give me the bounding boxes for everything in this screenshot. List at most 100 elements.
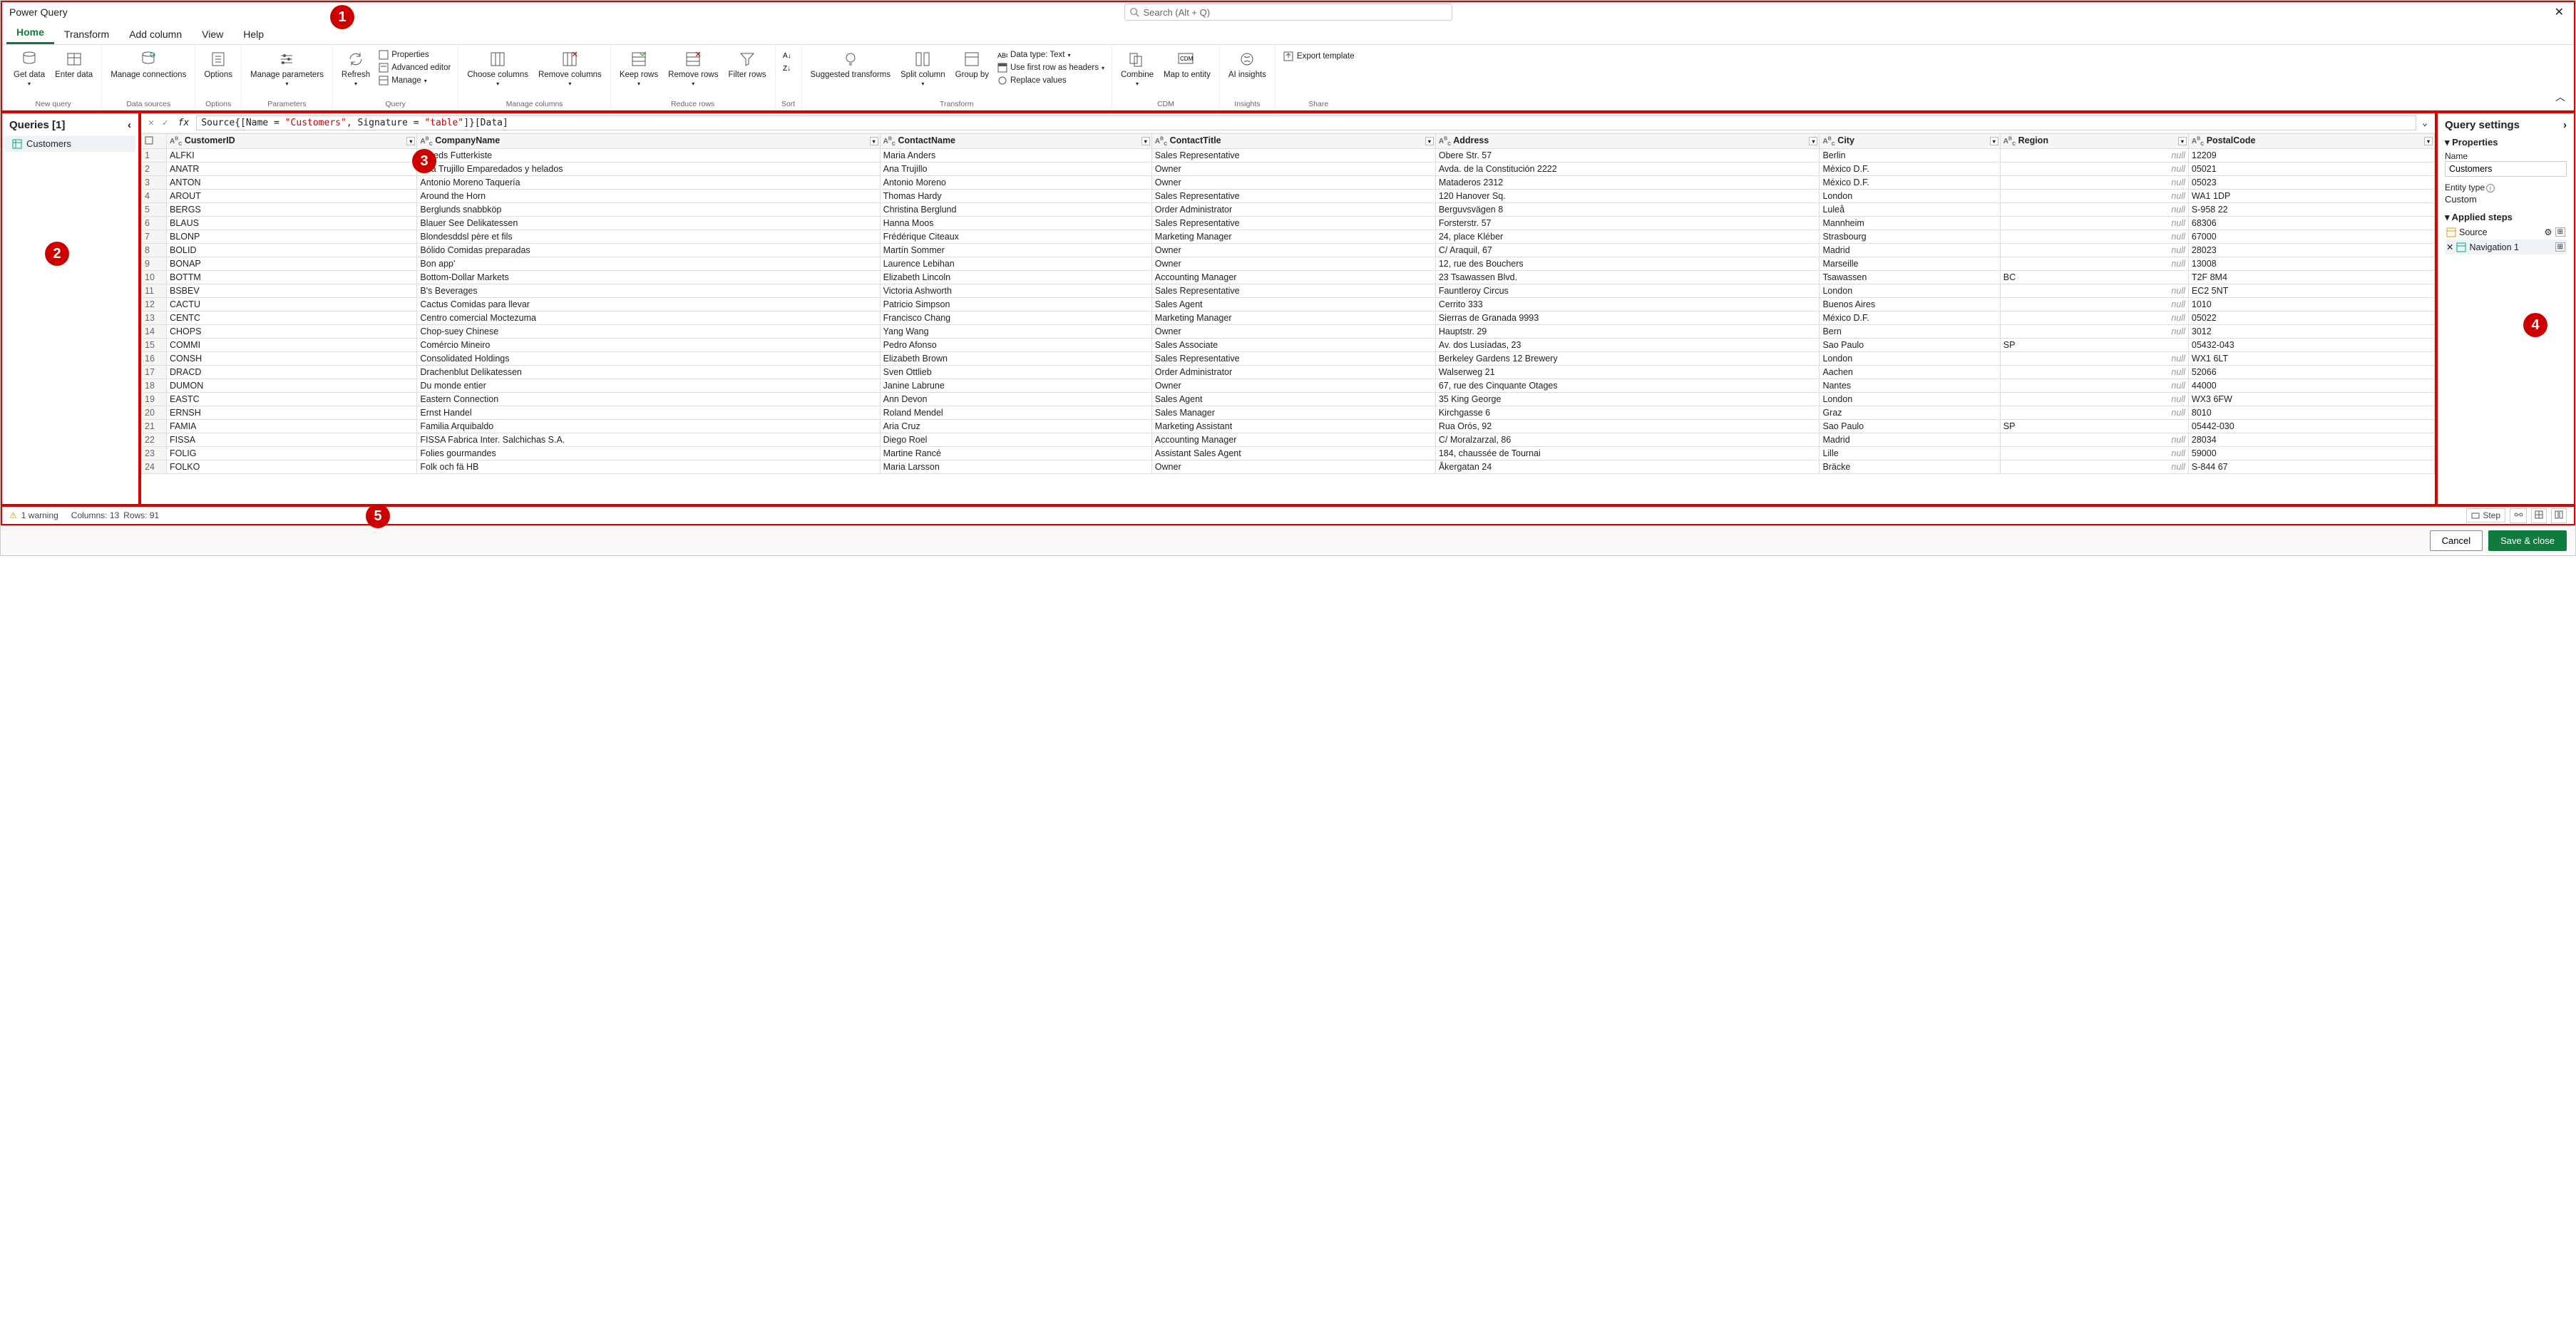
cell[interactable]: Nantes (1820, 379, 2000, 393)
cell[interactable]: 3012 (2188, 325, 2434, 339)
tab-view[interactable]: View (192, 24, 233, 44)
row-number[interactable]: 8 (142, 244, 167, 257)
row-number[interactable]: 22 (142, 433, 167, 447)
cell[interactable]: 05023 (2188, 176, 2434, 190)
cell[interactable]: null (2000, 163, 2188, 176)
ai-insights-button[interactable]: AI insights (1226, 48, 1269, 81)
cell[interactable]: FOLIG (167, 447, 417, 460)
cell[interactable]: Maria Larsson (880, 460, 1151, 474)
cell[interactable]: 67000 (2188, 230, 2434, 244)
cell[interactable]: Lille (1820, 447, 2000, 460)
expand-step-icon[interactable]: ⊞ (2555, 242, 2565, 252)
cell[interactable]: Rua Orós, 92 (1435, 420, 1820, 433)
cell[interactable]: Bon app' (417, 257, 880, 271)
cell[interactable]: Madrid (1820, 244, 2000, 257)
table-row[interactable]: 2ANATRAna Trujillo Emparedados y helados… (142, 163, 2435, 176)
table-row[interactable]: 14CHOPSChop-suey ChineseYang WangOwnerHa… (142, 325, 2435, 339)
cell[interactable]: null (2000, 284, 2188, 298)
row-number[interactable]: 14 (142, 325, 167, 339)
cell[interactable]: Sao Paulo (1820, 339, 2000, 352)
cancel-button[interactable]: Cancel (2430, 530, 2483, 551)
cell[interactable]: COMMI (167, 339, 417, 352)
cell[interactable]: Ann Devon (880, 393, 1151, 406)
cell[interactable]: 12, rue des Bouchers (1435, 257, 1820, 271)
formula-expand-icon[interactable]: ⌄ (2419, 118, 2431, 128)
row-number[interactable]: 10 (142, 271, 167, 284)
tab-help[interactable]: Help (233, 24, 274, 44)
row-number[interactable]: 7 (142, 230, 167, 244)
tab-add-column[interactable]: Add column (119, 24, 192, 44)
cell[interactable]: BOTTM (167, 271, 417, 284)
cell[interactable]: 67, rue des Cinquante Otages (1435, 379, 1820, 393)
filter-dropdown-icon[interactable]: ▾ (1809, 137, 1817, 145)
cell[interactable]: Accounting Manager (1151, 433, 1435, 447)
table-row[interactable]: 17DRACDDrachenblut DelikatessenSven Ottl… (142, 366, 2435, 379)
cell[interactable]: SP (2000, 339, 2188, 352)
cell[interactable]: null (2000, 406, 2188, 420)
cell[interactable]: FOLKO (167, 460, 417, 474)
table-row[interactable]: 22FISSAFISSA Fabrica Inter. Salchichas S… (142, 433, 2435, 447)
cell[interactable]: Martín Sommer (880, 244, 1151, 257)
cell[interactable]: Cerrito 333 (1435, 298, 1820, 312)
table-row[interactable]: 18DUMONDu monde entierJanine LabruneOwne… (142, 379, 2435, 393)
formula-cancel-icon[interactable]: ✕ (145, 118, 157, 128)
cell[interactable]: Madrid (1820, 433, 2000, 447)
cell[interactable]: ALFKI (167, 149, 417, 163)
cell[interactable]: null (2000, 257, 2188, 271)
cell[interactable]: FISSA Fabrica Inter. Salchichas S.A. (417, 433, 880, 447)
cell[interactable]: Owner (1151, 163, 1435, 176)
cell[interactable]: Ana Trujillo (880, 163, 1151, 176)
cell[interactable]: Marseille (1820, 257, 2000, 271)
row-number[interactable]: 21 (142, 420, 167, 433)
table-row[interactable]: 24FOLKOFolk och fä HBMaria LarssonOwnerÅ… (142, 460, 2435, 474)
cell[interactable]: DRACD (167, 366, 417, 379)
cell[interactable]: Sven Ottlieb (880, 366, 1151, 379)
cell[interactable]: Blauer See Delikatessen (417, 217, 880, 230)
table-row[interactable]: 4AROUTAround the HornThomas HardySales R… (142, 190, 2435, 203)
cell[interactable]: Pedro Afonso (880, 339, 1151, 352)
options-button[interactable]: Options (201, 48, 235, 81)
cell[interactable]: Kirchgasse 6 (1435, 406, 1820, 420)
cell[interactable]: Sales Representative (1151, 284, 1435, 298)
table-row[interactable]: 23FOLIGFolies gourmandesMartine RancéAss… (142, 447, 2435, 460)
cell[interactable]: Owner (1151, 176, 1435, 190)
filter-dropdown-icon[interactable]: ▾ (406, 137, 415, 145)
cell[interactable]: Bottom-Dollar Markets (417, 271, 880, 284)
group-by-button[interactable]: Group by (953, 48, 992, 81)
cell[interactable]: Sales Manager (1151, 406, 1435, 420)
cell[interactable]: ANATR (167, 163, 417, 176)
cell[interactable]: null (2000, 460, 2188, 474)
first-row-headers-button[interactable]: Use first row as headers ▾ (996, 62, 1106, 73)
cell[interactable]: Åkergatan 24 (1435, 460, 1820, 474)
column-header[interactable]: ABC Address▾ (1435, 134, 1820, 149)
cell[interactable]: null (2000, 244, 2188, 257)
cell[interactable]: Ernst Handel (417, 406, 880, 420)
cell[interactable]: 12209 (2188, 149, 2434, 163)
cell[interactable]: Hanna Moos (880, 217, 1151, 230)
row-number[interactable]: 5 (142, 203, 167, 217)
cell[interactable]: Aria Cruz (880, 420, 1151, 433)
grid-view-button[interactable] (2531, 508, 2547, 523)
name-input[interactable] (2445, 161, 2567, 177)
filter-dropdown-icon[interactable]: ▾ (2178, 137, 2187, 145)
table-row[interactable]: 21FAMIAFamilia ArquibaldoAria CruzMarket… (142, 420, 2435, 433)
cell[interactable]: Bräcke (1820, 460, 2000, 474)
cell[interactable]: Centro comercial Moctezuma (417, 312, 880, 325)
cell[interactable]: Comércio Mineiro (417, 339, 880, 352)
cell[interactable]: Luleå (1820, 203, 2000, 217)
cell[interactable]: BSBEV (167, 284, 417, 298)
filter-dropdown-icon[interactable]: ▾ (1990, 137, 1998, 145)
cell[interactable]: BONAP (167, 257, 417, 271)
cell[interactable]: Accounting Manager (1151, 271, 1435, 284)
cell[interactable]: C/ Araquil, 67 (1435, 244, 1820, 257)
cell[interactable]: Avda. de la Constitución 2222 (1435, 163, 1820, 176)
table-row[interactable]: 9BONAPBon app'Laurence LebihanOwner12, r… (142, 257, 2435, 271)
cell[interactable]: Hauptstr. 29 (1435, 325, 1820, 339)
cell[interactable]: Eastern Connection (417, 393, 880, 406)
cell[interactable]: FAMIA (167, 420, 417, 433)
cell[interactable]: Marketing Assistant (1151, 420, 1435, 433)
table-row[interactable]: 11BSBEVB's BeveragesVictoria AshworthSal… (142, 284, 2435, 298)
cell[interactable]: Owner (1151, 379, 1435, 393)
close-icon[interactable]: ✕ (2547, 4, 2571, 21)
cell[interactable]: Marketing Manager (1151, 312, 1435, 325)
